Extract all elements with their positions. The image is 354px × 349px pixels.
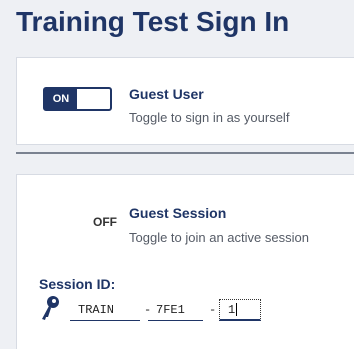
guest-user-card: ON Guest User Toggle to sign in as yours…: [16, 57, 354, 145]
session-id-part3-value: 1: [228, 302, 236, 317]
guest-session-description: Toggle to join an active session: [129, 230, 309, 245]
key-icon: [42, 296, 59, 320]
guest-session-title: Guest Session: [129, 205, 227, 221]
text-caret: [236, 303, 238, 316]
guest-user-description: Toggle to sign in as yourself: [129, 110, 290, 125]
session-id-part3-input[interactable]: 1: [219, 299, 261, 321]
guest-user-title: Guest User: [129, 86, 204, 102]
session-id-label: Session ID:: [39, 276, 116, 292]
section-divider: [16, 152, 354, 154]
session-id-part1-input[interactable]: TRAIN: [70, 299, 140, 321]
session-id-part2-input[interactable]: 7FE1: [148, 299, 203, 321]
guest-session-card: OFF Guest Session Toggle to join an acti…: [16, 174, 354, 349]
toggle-off-label: OFF: [93, 215, 117, 229]
guest-user-toggle[interactable]: ON: [43, 87, 112, 111]
guest-session-toggle[interactable]: OFF: [57, 209, 121, 235]
toggle-on-label: ON: [45, 89, 77, 109]
session-id-separator: -: [209, 303, 217, 317]
page-title: Training Test Sign In: [16, 6, 290, 37]
